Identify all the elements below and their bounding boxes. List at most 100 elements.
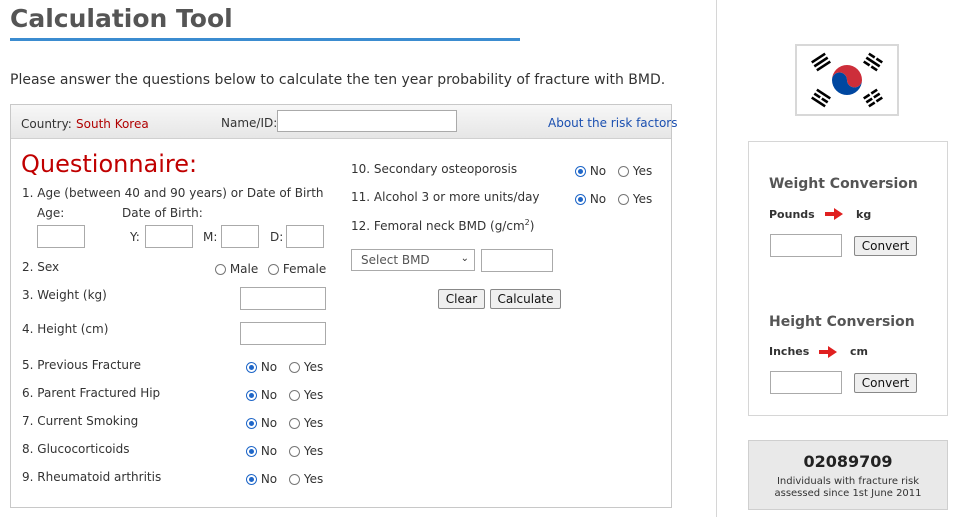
height-conversion-title: Height Conversion xyxy=(769,314,915,330)
bmd-value-input[interactable] xyxy=(481,249,553,272)
question-7-label: 7. Current Smoking xyxy=(22,414,139,428)
counter-number: 02089709 xyxy=(803,452,893,471)
question-8-no-option[interactable]: No xyxy=(246,444,277,458)
sex-female-option[interactable]: Female xyxy=(268,262,326,276)
female-radio[interactable] xyxy=(268,264,279,275)
assessment-counter: 02089709 Individuals with fracture risk … xyxy=(748,440,948,510)
no-radio[interactable] xyxy=(575,194,586,205)
question-5-no-option[interactable]: No xyxy=(246,360,277,374)
question-6-no-option[interactable]: No xyxy=(246,388,277,402)
page-title: Calculation Tool xyxy=(10,4,233,33)
question-7-no-option[interactable]: No xyxy=(246,416,277,430)
male-label: Male xyxy=(229,262,259,276)
q1-label: 1. Age (between 40 and 90 years) or Date… xyxy=(22,186,324,200)
no-label: No xyxy=(589,164,607,178)
sex-male-option[interactable]: Male xyxy=(215,262,258,276)
yes-radio[interactable] xyxy=(289,474,300,485)
bmd-select-value: Select BMD xyxy=(361,253,430,267)
height-cm-input[interactable] xyxy=(240,322,326,345)
conversion-panel: Weight Conversion Pounds kg Convert Heig… xyxy=(748,141,948,416)
day-input[interactable] xyxy=(286,225,324,248)
question-8-label: 8. Glucocorticoids xyxy=(22,442,130,456)
yes-label: Yes xyxy=(303,388,324,402)
country-flag xyxy=(795,44,899,116)
q12-label: 12. Femoral neck BMD (g/cm2) xyxy=(351,218,534,233)
no-label: No xyxy=(260,388,278,402)
no-radio[interactable] xyxy=(246,390,257,401)
question-10-yes-option[interactable]: Yes xyxy=(618,164,652,178)
month-label: M: xyxy=(203,230,218,244)
yes-label: Yes xyxy=(303,444,324,458)
age-input[interactable] xyxy=(37,225,85,248)
question-7-yes-option[interactable]: Yes xyxy=(289,416,323,430)
no-radio[interactable] xyxy=(575,166,586,177)
year-input[interactable] xyxy=(145,225,193,248)
question-10-no-option[interactable]: No xyxy=(575,164,606,178)
female-label: Female xyxy=(282,262,327,276)
yes-label: Yes xyxy=(303,416,324,430)
yes-radio[interactable] xyxy=(289,418,300,429)
question-8-yes-option[interactable]: Yes xyxy=(289,444,323,458)
no-label: No xyxy=(260,444,278,458)
question-9-no-option[interactable]: No xyxy=(246,472,277,486)
dob-label: Date of Birth: xyxy=(122,206,203,220)
question-11-no-option[interactable]: No xyxy=(575,192,606,206)
weight-convert-button[interactable]: Convert xyxy=(854,236,917,256)
yes-radio[interactable] xyxy=(618,194,629,205)
year-label: Y: xyxy=(130,230,140,244)
weight-conversion-title: Weight Conversion xyxy=(769,176,918,192)
height-convert-button[interactable]: Convert xyxy=(854,373,917,393)
q3-label: 3. Weight (kg) xyxy=(22,288,107,302)
no-label: No xyxy=(260,472,278,486)
yes-radio[interactable] xyxy=(289,390,300,401)
yes-radio[interactable] xyxy=(289,446,300,457)
question-10-label: 10. Secondary osteoporosis xyxy=(351,162,518,176)
yes-label: Yes xyxy=(303,360,324,374)
inches-label: Inches xyxy=(769,345,810,358)
pounds-input[interactable] xyxy=(770,234,842,257)
pounds-label: Pounds xyxy=(769,208,815,221)
name-id-input[interactable] xyxy=(277,110,457,132)
no-radio[interactable] xyxy=(246,474,257,485)
age-label: Age: xyxy=(37,206,65,220)
question-11-label: 11. Alcohol 3 or more units/day xyxy=(351,190,540,204)
calculate-button[interactable]: Calculate xyxy=(490,289,561,309)
q2-label: 2. Sex xyxy=(22,260,60,274)
no-label: No xyxy=(260,360,278,374)
month-input[interactable] xyxy=(221,225,259,248)
yes-radio[interactable] xyxy=(618,166,629,177)
question-9-label: 9. Rheumatoid arthritis xyxy=(22,470,162,484)
inches-input[interactable] xyxy=(770,371,842,394)
right-arrow-icon xyxy=(819,346,837,358)
weight-kg-input[interactable] xyxy=(240,287,326,310)
column-divider xyxy=(716,0,717,517)
question-9-yes-option[interactable]: Yes xyxy=(289,472,323,486)
question-6-yes-option[interactable]: Yes xyxy=(289,388,323,402)
right-arrow-icon xyxy=(825,208,843,220)
question-5-yes-option[interactable]: Yes xyxy=(289,360,323,374)
country-label: Country: xyxy=(21,117,72,131)
question-11-yes-option[interactable]: Yes xyxy=(618,192,652,206)
about-risk-factors-link[interactable]: About the risk factors xyxy=(548,116,678,130)
day-label: D: xyxy=(270,230,284,244)
q4-label: 4. Height (cm) xyxy=(22,322,109,336)
q12-text: Femoral neck BMD (g/cm xyxy=(373,219,525,233)
counter-line-1: Individuals with fracture risk xyxy=(776,476,920,487)
intro-text: Please answer the questions below to cal… xyxy=(10,72,666,88)
country-value: South Korea xyxy=(76,117,149,131)
no-radio[interactable] xyxy=(246,418,257,429)
questionnaire-heading: Questionnaire: xyxy=(21,150,198,178)
questionnaire-form: Country: South Korea Name/ID: About the … xyxy=(10,104,678,508)
title-underline xyxy=(10,38,520,41)
no-label: No xyxy=(260,416,278,430)
south-korea-flag-icon xyxy=(797,46,897,114)
form-header: Country: South Korea Name/ID: About the … xyxy=(11,105,678,139)
name-label: Name/ID: xyxy=(221,116,278,130)
no-radio[interactable] xyxy=(246,446,257,457)
male-radio[interactable] xyxy=(215,264,226,275)
no-radio[interactable] xyxy=(246,362,257,373)
yes-radio[interactable] xyxy=(289,362,300,373)
counter-caption: Individuals with fracture risk assessed … xyxy=(749,476,947,500)
bmd-select[interactable]: Select BMD ⌄ xyxy=(351,249,475,271)
clear-button[interactable]: Clear xyxy=(438,289,485,309)
